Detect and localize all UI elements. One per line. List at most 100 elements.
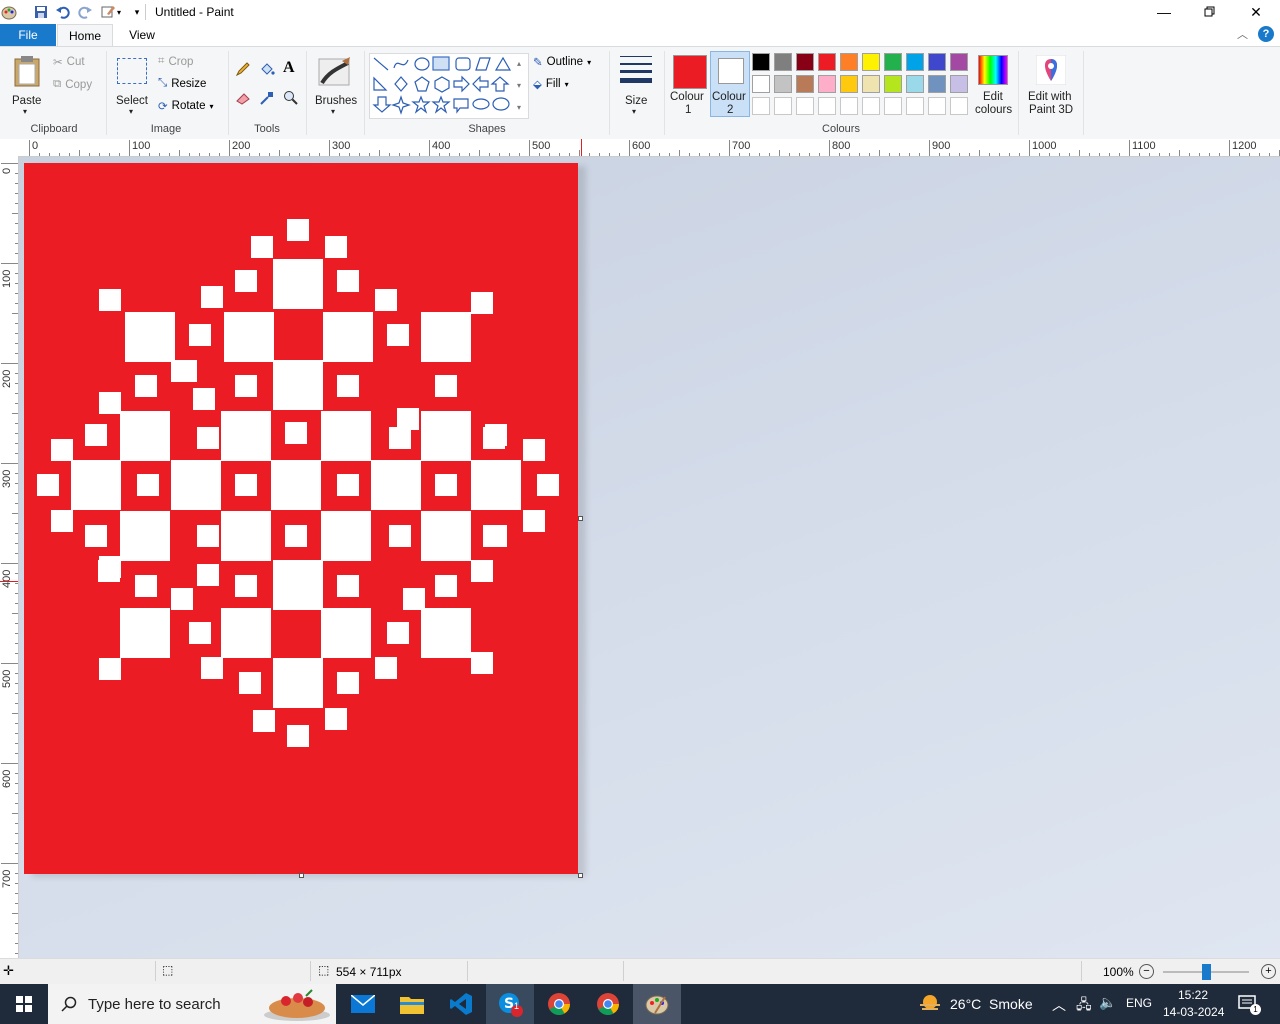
palette-swatch[interactable]	[862, 75, 880, 93]
paste-button[interactable]: Paste ▾	[8, 53, 46, 117]
palette-swatch[interactable]	[928, 53, 946, 71]
taskbar-vscode[interactable]	[437, 984, 485, 1024]
palette-swatch[interactable]	[884, 75, 902, 93]
taskbar-chrome-2[interactable]	[584, 984, 632, 1024]
language-indicator[interactable]: ENG	[1126, 996, 1152, 1010]
resize-handle-right[interactable]	[578, 516, 583, 521]
copy-button[interactable]: ⧉ Copy	[53, 78, 92, 91]
close-button[interactable]: ✕	[1233, 0, 1279, 24]
colour1-label: Colour	[670, 91, 704, 103]
ruler-label: 300	[332, 140, 351, 152]
size-button[interactable]: Size ▾	[614, 53, 658, 117]
palette-swatch[interactable]	[928, 75, 946, 93]
palette-swatch[interactable]	[950, 53, 968, 71]
palette-empty-slot[interactable]	[818, 97, 836, 115]
notification-center-button[interactable]: 1	[1238, 994, 1261, 1017]
palette-empty-slot[interactable]	[796, 97, 814, 115]
colour1-button[interactable]: Colour 1	[669, 51, 709, 117]
canvas-square	[171, 588, 193, 610]
palette-swatch[interactable]	[796, 75, 814, 93]
palette-swatch[interactable]	[862, 53, 880, 71]
cut-button[interactable]: ✂ Cut	[53, 55, 85, 69]
quick-access-paint-dropdown[interactable]: ▾	[98, 3, 124, 21]
edit-colours-button[interactable]: Edit colours	[975, 53, 1012, 119]
taskbar-chrome[interactable]	[535, 984, 583, 1024]
pencil-icon[interactable]	[235, 61, 253, 79]
outline-button[interactable]: ✎ Outline ▾	[533, 55, 591, 69]
eraser-icon[interactable]	[235, 90, 253, 108]
palette-swatch[interactable]	[840, 75, 858, 93]
palette-swatch[interactable]	[818, 75, 836, 93]
palette-empty-slot[interactable]	[774, 97, 792, 115]
mail-icon	[351, 995, 375, 1013]
tab-file[interactable]: File	[0, 24, 56, 46]
zoom-slider-thumb[interactable]	[1202, 964, 1211, 980]
select-button[interactable]: Select ▾	[112, 53, 152, 117]
palette-swatch[interactable]	[906, 75, 924, 93]
fill-button[interactable]: ⬙ Fill ▾	[533, 77, 569, 91]
canvas-square	[85, 525, 107, 547]
paint-app-icon[interactable]	[0, 3, 18, 21]
taskbar-mail[interactable]	[339, 984, 387, 1024]
show-hidden-icons-button[interactable]: ︿	[1052, 995, 1066, 1015]
palette-swatch[interactable]	[752, 75, 770, 93]
clock-time[interactable]: 15:22	[1178, 988, 1208, 1002]
clock-date[interactable]: 14-03-2024	[1163, 1005, 1224, 1019]
network-icon[interactable]: 🖧	[1076, 994, 1092, 1018]
undo-icon[interactable]	[54, 3, 72, 21]
minimize-button[interactable]: —	[1141, 0, 1187, 24]
taskbar-skype[interactable]: S 1	[486, 984, 534, 1024]
palette-empty-slot[interactable]	[950, 97, 968, 115]
palette-empty-slot[interactable]	[884, 97, 902, 115]
palette-swatch[interactable]	[752, 53, 770, 71]
redo-icon[interactable]	[76, 3, 94, 21]
canvas-square	[483, 525, 505, 547]
rotate-button[interactable]: ⟳ Rotate ▾	[158, 99, 214, 113]
fill-bucket-icon[interactable]	[259, 61, 277, 79]
palette-empty-slot[interactable]	[752, 97, 770, 115]
resize-handle-bottom[interactable]	[299, 873, 304, 878]
weather-icon[interactable]	[918, 992, 942, 1019]
taskbar-paint[interactable]	[633, 984, 681, 1024]
palette-empty-slot[interactable]	[906, 97, 924, 115]
palette-swatch[interactable]	[774, 53, 792, 71]
tab-home[interactable]: Home	[57, 24, 113, 46]
paint3d-label-2: Paint 3D	[1029, 104, 1074, 116]
zoom-out-button[interactable]: −	[1139, 964, 1154, 979]
palette-swatch[interactable]	[906, 53, 924, 71]
taskbar-search[interactable]: Type here to search	[48, 984, 336, 1024]
collapse-ribbon-icon[interactable]: ︿	[1237, 26, 1248, 42]
palette-swatch[interactable]	[884, 53, 902, 71]
edit-with-paint3d-button[interactable]: Edit with Paint 3D	[1024, 53, 1078, 119]
text-tool-icon[interactable]: A	[283, 59, 301, 79]
palette-swatch[interactable]	[818, 53, 836, 71]
weather-text[interactable]: 26°C Smoke	[950, 996, 1033, 1012]
resize-handle-corner[interactable]	[578, 873, 583, 878]
canvas-square	[421, 312, 471, 362]
colour-picker-icon[interactable]	[259, 90, 277, 108]
palette-swatch[interactable]	[774, 75, 792, 93]
resize-button[interactable]: ⤡ Resize	[158, 77, 206, 90]
tab-view[interactable]: View	[118, 24, 166, 46]
canvas-square	[37, 474, 59, 496]
restore-button[interactable]	[1187, 0, 1233, 24]
volume-icon[interactable]: 🔈	[1099, 994, 1116, 1011]
save-icon[interactable]	[32, 3, 50, 21]
brushes-button[interactable]: Brushes ▾	[312, 53, 358, 117]
taskbar-file-explorer[interactable]	[388, 984, 436, 1024]
zoom-in-button[interactable]: +	[1261, 964, 1276, 979]
palette-empty-slot[interactable]	[862, 97, 880, 115]
drawing-canvas[interactable]	[24, 163, 578, 874]
palette-swatch[interactable]	[796, 53, 814, 71]
palette-empty-slot[interactable]	[840, 97, 858, 115]
canvas-workspace[interactable]	[19, 157, 1280, 958]
palette-swatch[interactable]	[950, 75, 968, 93]
crop-button[interactable]: ⌗ Crop	[158, 55, 193, 68]
palette-empty-slot[interactable]	[928, 97, 946, 115]
magnifier-icon[interactable]	[283, 90, 301, 108]
start-button[interactable]	[0, 984, 48, 1024]
palette-swatch[interactable]	[840, 53, 858, 71]
colour2-button[interactable]: Colour 2	[710, 51, 750, 117]
help-icon[interactable]: ?	[1258, 26, 1274, 42]
customize-toolbar-icon[interactable]: ▾	[128, 3, 146, 21]
